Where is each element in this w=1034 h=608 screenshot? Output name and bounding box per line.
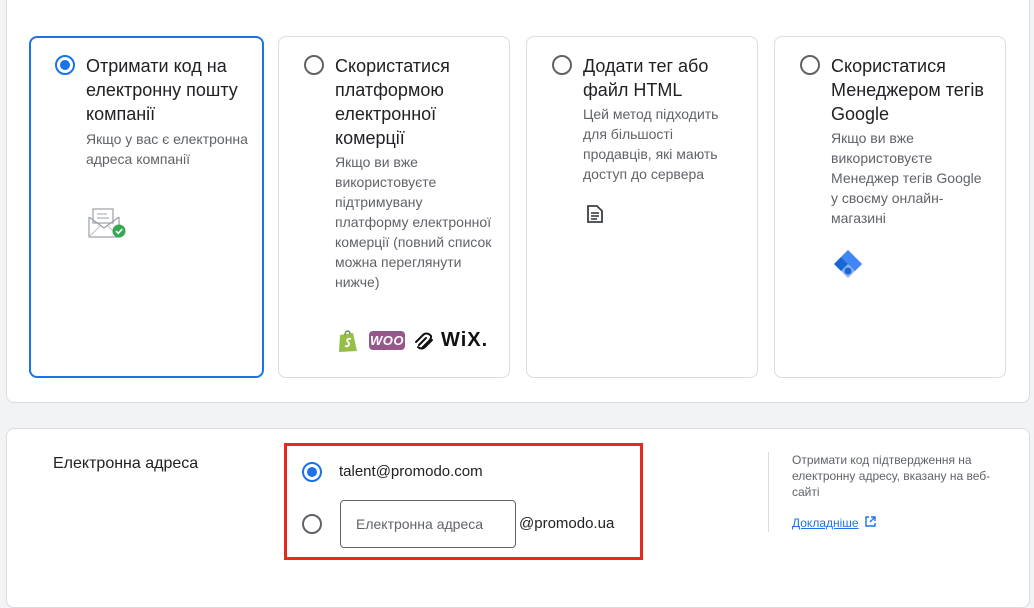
wix-icon: WiX.	[441, 329, 489, 351]
method-email-description: Якщо у вас є електронна адреса компанії	[86, 131, 248, 167]
method-card-tag-manager[interactable]: Скористатися Менеджером тегів Google Якщ…	[774, 36, 1006, 378]
learn-more-link[interactable]: Докладніше	[792, 516, 876, 530]
method-gtm-title: Скористатися Менеджером тегів Google	[831, 56, 984, 124]
squarespace-icon	[413, 331, 435, 356]
method-email-title: Отримати код на електронну пошту компані…	[86, 56, 238, 124]
learn-more-label[interactable]: Докладніше	[792, 516, 859, 530]
method-ecommerce-description: Якщо ви вже використовуєте підтримувану …	[335, 154, 492, 290]
method-ecommerce-title: Скористатися платформою електронної коме…	[335, 56, 450, 148]
email-input[interactable]	[340, 500, 516, 548]
email-option-existing-radio[interactable]	[302, 462, 322, 482]
method-card-html-tag[interactable]: Додати тег або файл HTML Цей метод підхо…	[526, 36, 758, 378]
email-domain-suffix: @promodo.ua	[519, 515, 615, 532]
tag-manager-icon	[832, 248, 864, 285]
method-html-description: Цей метод підходить для більшості продав…	[583, 106, 719, 182]
method-html-radio[interactable]	[552, 55, 572, 75]
method-ecommerce-radio[interactable]	[304, 55, 324, 75]
email-option-custom-radio[interactable]	[302, 514, 322, 534]
method-gtm-description: Якщо ви вже використовуєте Менеджер тегі…	[831, 130, 982, 226]
woocommerce-icon: WOO	[369, 331, 405, 350]
email-section-label: Електронна адреса	[53, 455, 199, 472]
external-link-icon	[864, 516, 876, 530]
help-divider	[768, 452, 769, 532]
method-card-ecommerce[interactable]: Скористатися платформою електронної коме…	[278, 36, 510, 378]
email-verified-icon	[87, 207, 129, 244]
method-gtm-radio[interactable]	[800, 55, 820, 75]
method-card-email[interactable]: Отримати код на електронну пошту компані…	[29, 36, 264, 378]
method-html-title: Додати тег або файл HTML	[583, 56, 709, 100]
email-option-existing-label[interactable]: talent@promodo.com	[339, 463, 483, 480]
shopify-icon	[337, 329, 359, 358]
help-text: Отримати код підтвердження на електронну…	[792, 453, 991, 499]
file-icon	[586, 205, 604, 228]
method-email-radio[interactable]	[55, 55, 75, 75]
